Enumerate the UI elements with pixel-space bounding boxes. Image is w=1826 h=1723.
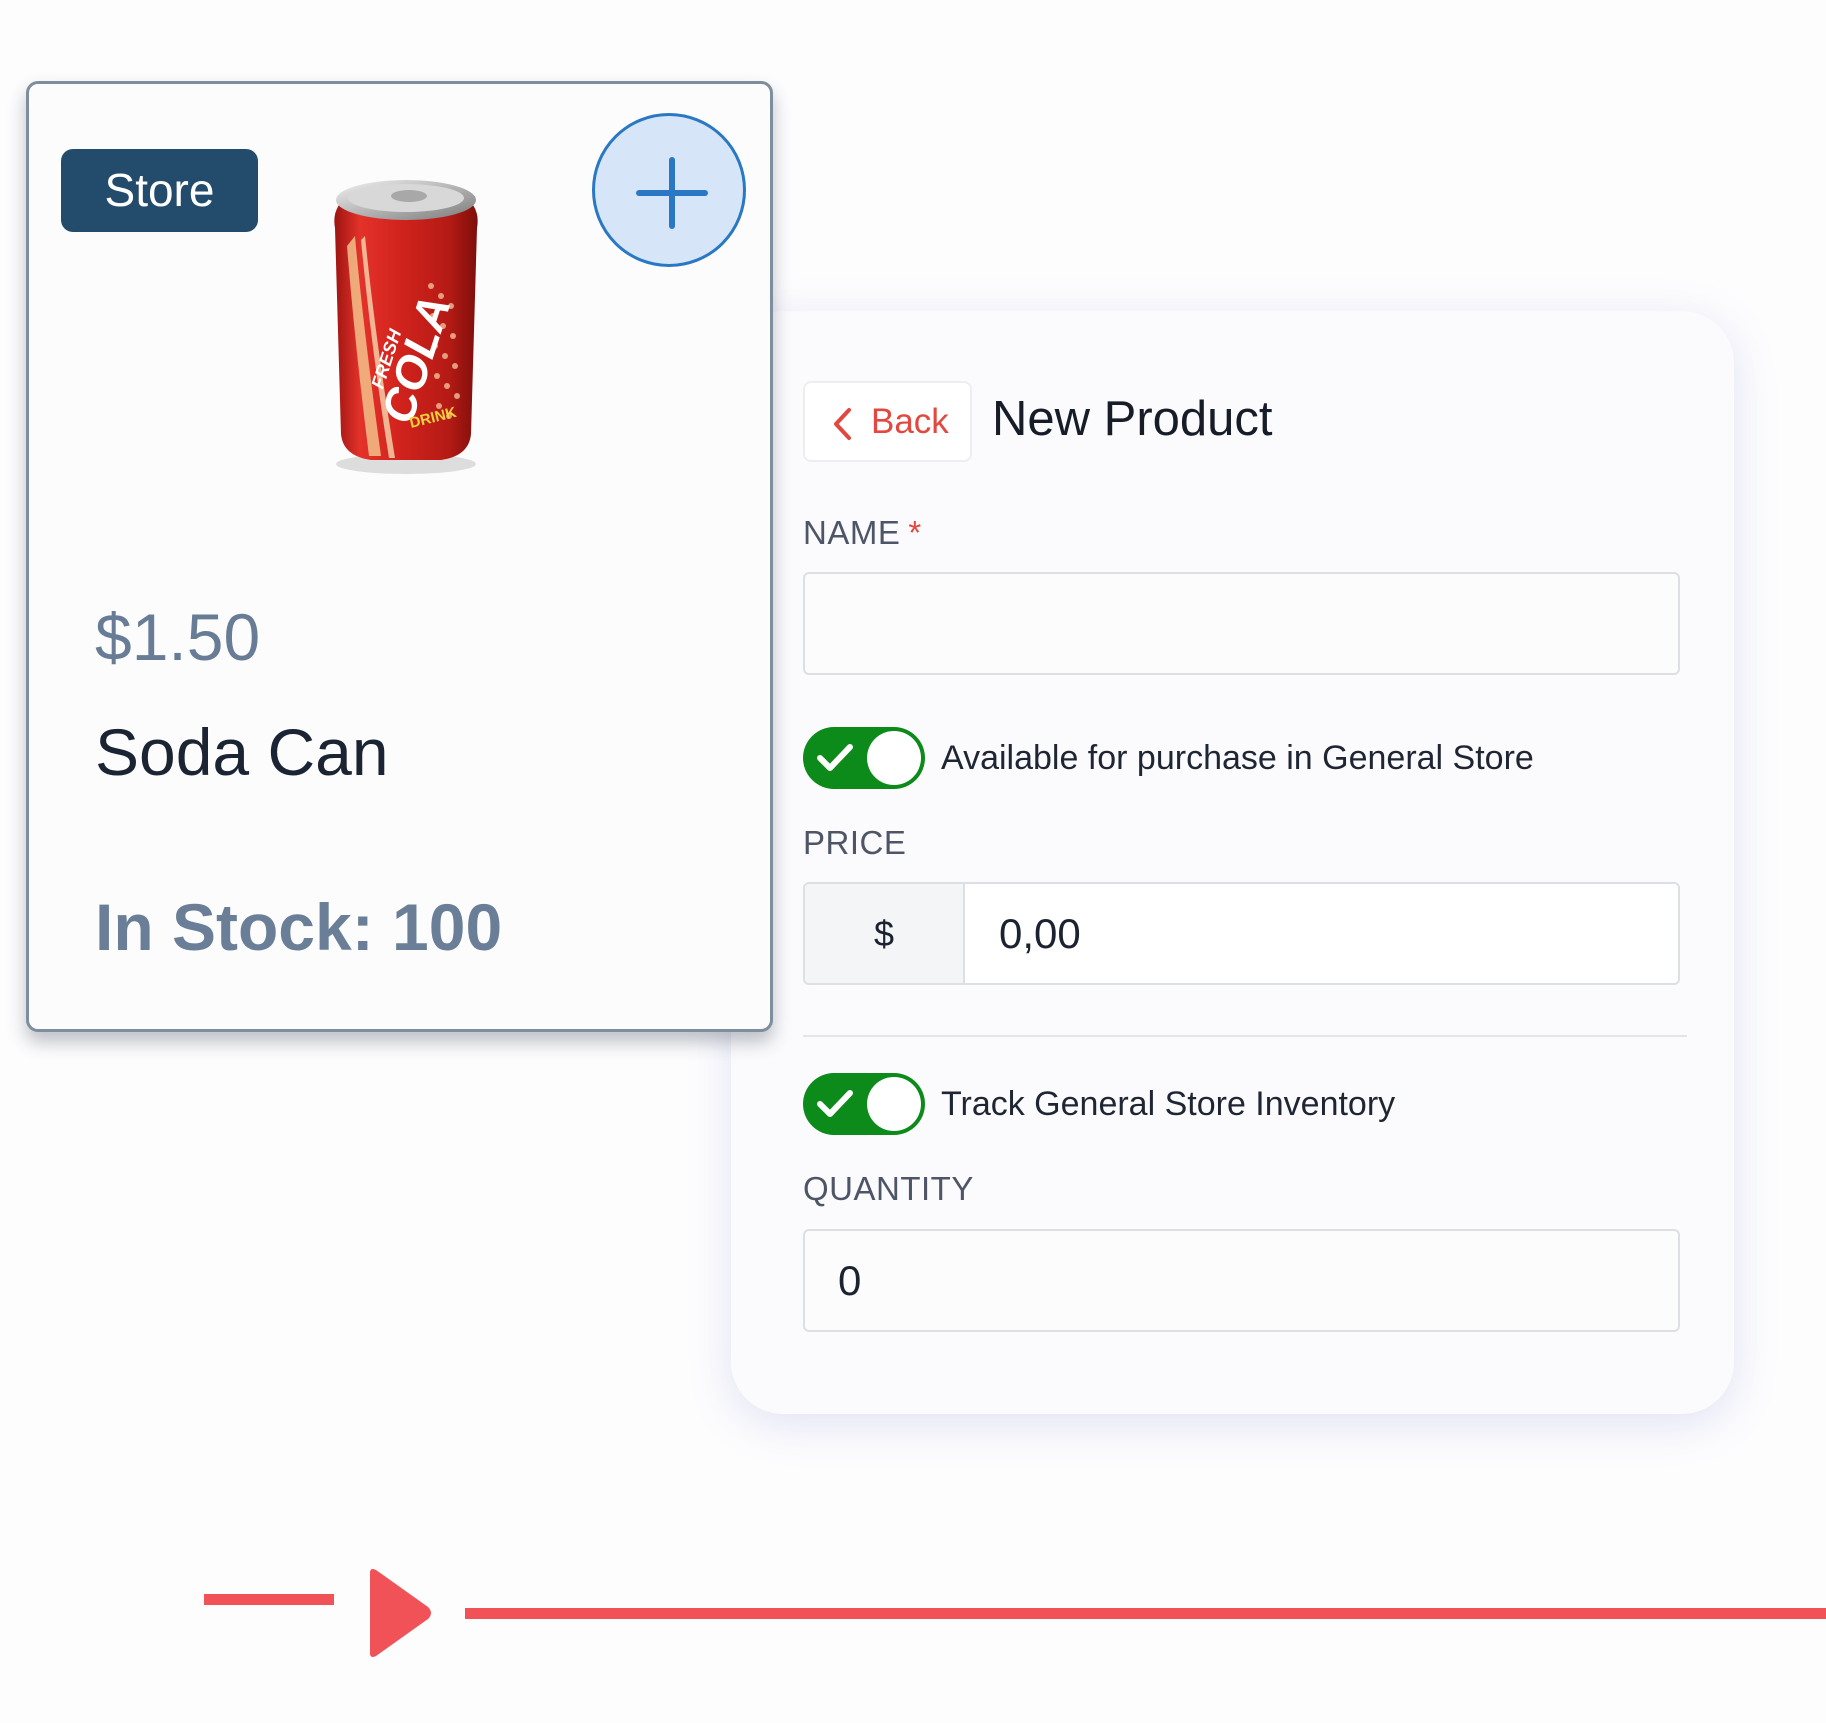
quantity-input[interactable] [803,1229,1680,1332]
product-card[interactable]: Store COLA FRESH DRINK $1.50 Soda Can In… [26,81,773,1032]
available-toggle[interactable] [803,727,925,789]
product-stock: In Stock: 100 [95,890,503,964]
price-label: PRICE [803,824,907,861]
soda-can-image: COLA FRESH DRINK [321,166,491,476]
timeline-line [465,1608,1826,1619]
product-price: $1.50 [95,600,261,674]
check-icon [817,744,853,771]
name-label: NAME * [803,514,922,552]
new-product-panel: Back New Product NAME * Available for pur… [731,311,1734,1414]
check-icon [817,1090,853,1117]
play-icon[interactable] [362,1565,436,1661]
plus-icon [636,157,708,229]
divider [803,1035,1687,1037]
back-label: Back [871,402,949,441]
currency-prefix: $ [805,884,965,983]
toggle-knob [867,1077,921,1131]
track-inventory-label: Track General Store Inventory [941,1085,1396,1123]
arrow-dash [204,1594,334,1605]
name-label-text: NAME [803,514,901,551]
toggle-knob [867,731,921,785]
price-field: $ [803,882,1680,985]
available-toggle-label: Available for purchase in General Store [941,739,1534,777]
page-title: New Product [992,392,1273,446]
product-name: Soda Can [95,715,389,789]
store-badge: Store [61,149,258,232]
chevron-left-icon [834,408,851,440]
required-marker: * [908,514,922,551]
track-inventory-toggle[interactable] [803,1073,925,1135]
quantity-label: QUANTITY [803,1170,974,1207]
add-product-button[interactable] [592,113,746,267]
back-button[interactable]: Back [803,381,972,462]
name-input[interactable] [803,572,1680,675]
price-input[interactable] [965,884,1678,983]
